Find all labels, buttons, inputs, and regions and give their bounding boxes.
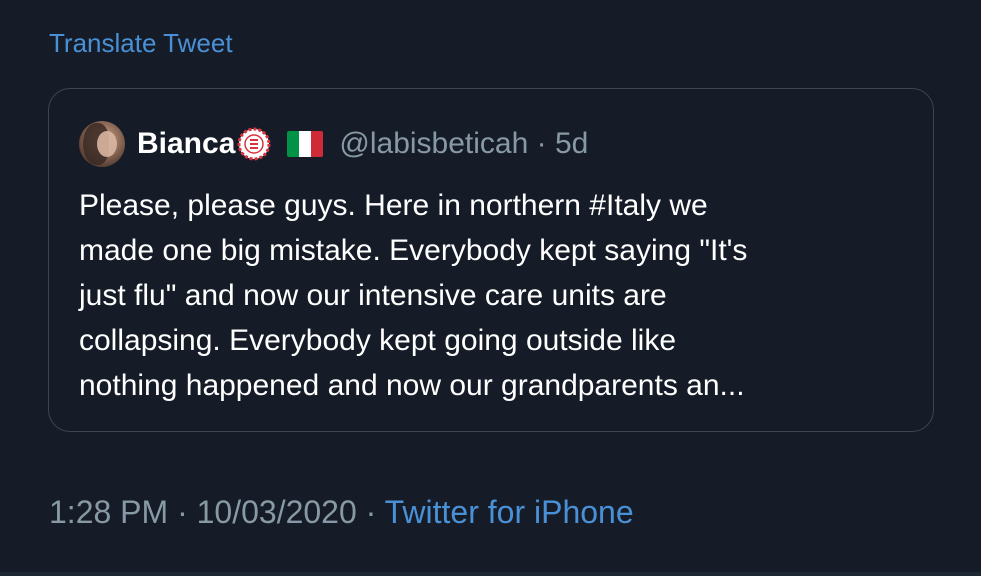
tweet-source-link[interactable]: Twitter for iPhone	[385, 494, 634, 530]
tweet-text-line: nothing happened and now our grandparent…	[79, 369, 745, 402]
display-name[interactable]: Bianca	[137, 127, 235, 161]
quoted-tweet-card[interactable]: Bianca @labisbeticah · 5d Please, please…	[48, 88, 934, 432]
tweet-meta: 1:28 PM · 10/03/2020 · Twitter for iPhon…	[49, 494, 634, 531]
tweet-age[interactable]: 5d	[555, 127, 588, 160]
avatar[interactable]	[79, 121, 125, 167]
italy-flag-icon	[287, 131, 324, 157]
translate-tweet-link[interactable]: Translate Tweet	[49, 28, 233, 59]
handle[interactable]: @labisbeticah	[339, 127, 528, 160]
quoted-tweet-text: Please, please guys. Here in northern #I…	[79, 183, 909, 408]
divider	[0, 572, 981, 576]
ribbon-badge-icon	[237, 127, 271, 161]
tweet-text-line: Please, please guys. Here in northern #I…	[79, 189, 708, 222]
flag-white	[299, 131, 312, 157]
tweet-time: 1:28 PM	[49, 494, 169, 530]
meta-separator: ·	[177, 494, 188, 530]
tweet-text-line: made one big mistake. Everybody kept say…	[79, 234, 748, 267]
handle-separator: ·	[536, 127, 547, 160]
flag-red	[311, 131, 324, 157]
quoted-tweet-header: Bianca @labisbeticah · 5d	[79, 119, 588, 169]
quoted-tweet-meta: @labisbeticah · 5d	[339, 127, 588, 161]
meta-separator: ·	[365, 494, 377, 530]
tweet-date: 10/03/2020	[196, 494, 357, 530]
tweet-text-line: just flu" and now our intensive care uni…	[79, 279, 667, 312]
flag-green	[287, 131, 300, 157]
tweet-text-line: collapsing. Everybody kept going outside…	[79, 324, 677, 357]
